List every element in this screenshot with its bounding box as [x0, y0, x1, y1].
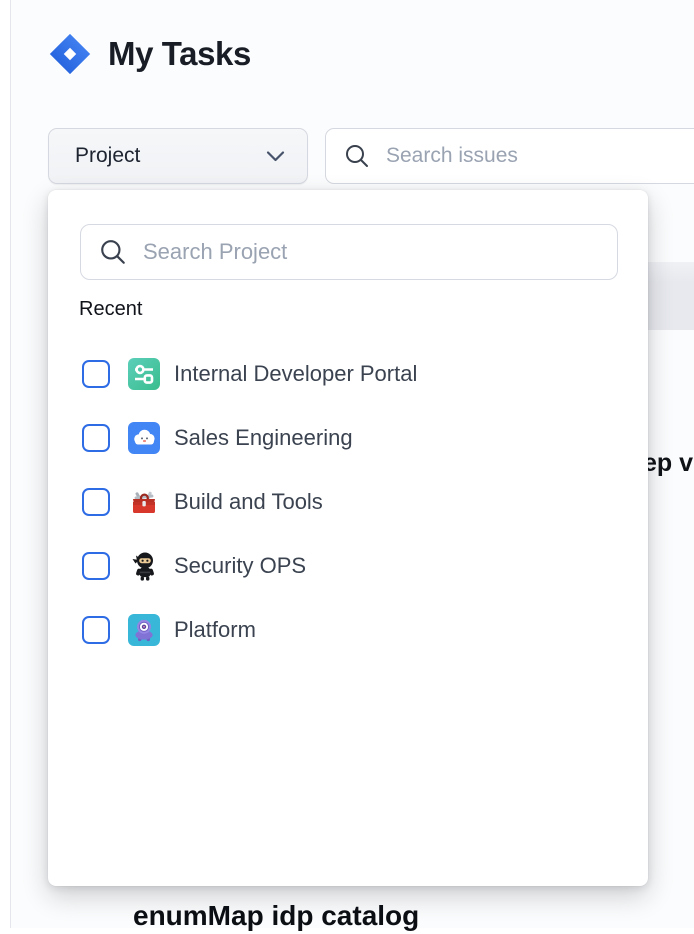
alien-icon: [128, 614, 160, 646]
page-header: My Tasks: [48, 32, 251, 76]
project-dropdown-panel: Recent Internal Developer Portal: [48, 190, 648, 886]
page-title: My Tasks: [108, 35, 251, 73]
search-project-input[interactable]: [143, 239, 601, 265]
project-checkbox[interactable]: [82, 360, 110, 388]
search-issues-box: [325, 128, 694, 184]
search-project-box: [80, 224, 618, 280]
jira-logo-icon: [48, 32, 92, 76]
cloud-icon: [128, 422, 160, 454]
ninja-icon: [128, 550, 160, 582]
project-option-security-ops[interactable]: Security OPS: [48, 534, 648, 598]
search-icon: [99, 238, 127, 266]
project-option-build-and-tools[interactable]: Build and Tools: [48, 470, 648, 534]
chevron-down-icon: [266, 150, 285, 163]
obscured-text-right: ep v: [643, 448, 693, 478]
project-option-platform[interactable]: Platform: [48, 598, 648, 662]
search-icon: [344, 143, 370, 169]
project-checkbox[interactable]: [82, 424, 110, 452]
recent-section-label: Recent: [79, 296, 142, 322]
project-list: Internal Developer Portal Sales Engineer…: [48, 342, 648, 662]
project-checkbox[interactable]: [82, 488, 110, 516]
project-option-internal-developer-portal[interactable]: Internal Developer Portal: [48, 342, 648, 406]
obscured-task-title: enumMap idp catalog: [133, 898, 419, 934]
project-filter-button[interactable]: Project: [48, 128, 308, 184]
left-divider: [10, 0, 11, 928]
project-option-sales-engineering[interactable]: Sales Engineering: [48, 406, 648, 470]
project-option-label: Build and Tools: [174, 489, 323, 515]
project-option-label: Security OPS: [174, 553, 306, 579]
project-option-label: Platform: [174, 617, 256, 643]
project-filter-label: Project: [75, 144, 140, 168]
workflow-icon: [128, 358, 160, 390]
project-option-label: Sales Engineering: [174, 425, 353, 451]
search-issues-input[interactable]: [386, 144, 690, 168]
project-checkbox[interactable]: [82, 616, 110, 644]
toolbox-icon: [128, 486, 160, 518]
project-checkbox[interactable]: [82, 552, 110, 580]
project-option-label: Internal Developer Portal: [174, 361, 417, 387]
